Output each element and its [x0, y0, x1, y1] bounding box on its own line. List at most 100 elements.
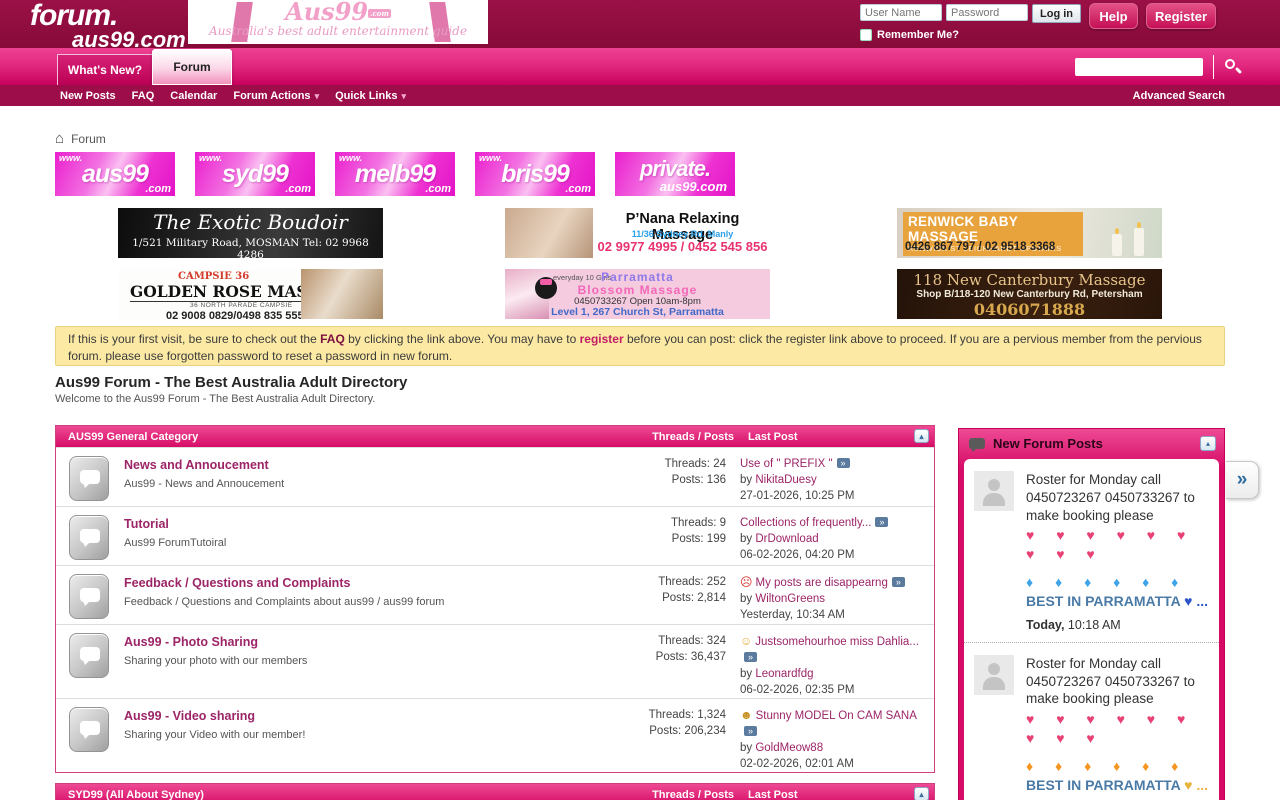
first-visit-notice: If this is your first visit, be sure to … [55, 326, 1225, 366]
sidebar-post[interactable]: Roster for Monday call 0450723267 045073… [964, 643, 1219, 800]
by-label: by [740, 668, 755, 680]
threads-count: Threads: 324 [601, 633, 726, 649]
last-post-date: 27-01-2026, 10:25 PM [740, 488, 928, 504]
last-post-author-link[interactable]: WiltonGreens [755, 593, 825, 605]
last-post-title-link[interactable]: My posts are disappearng [756, 577, 888, 589]
search-button[interactable] [1222, 56, 1244, 78]
notice-text: by clicking the link above. You may have… [345, 332, 580, 346]
home-icon[interactable]: ⌂ [55, 131, 64, 146]
last-post-date: 02-02-2026, 02:01 AM [740, 756, 928, 772]
last-post-author-link[interactable]: GoldMeow88 [755, 742, 823, 754]
header-banner[interactable]: Aus99.com Australia's best adult enterta… [188, 0, 488, 44]
candle-icon [1112, 234, 1122, 256]
remember-me-label: Remember Me? [877, 29, 959, 41]
collapse-category-button[interactable] [914, 429, 929, 443]
forum-title-link[interactable]: Aus99 - Video sharing [124, 709, 255, 723]
register-button[interactable]: Register [1146, 3, 1216, 29]
ad-exotic-boudoir[interactable]: The Exotic Boudoir 1/521 Military Road, … [118, 208, 383, 258]
sidebar-expand-chevrons-button[interactable] [1226, 461, 1259, 499]
nav-quick-links[interactable]: Quick Links [335, 90, 406, 102]
last-post-author-link[interactable]: NikitaDuesy [755, 474, 816, 486]
forum-title-link[interactable]: Aus99 - Photo Sharing [124, 635, 258, 649]
login-box: Log in Remember Me? [860, 4, 1081, 41]
category-syd99: SYD99 (All About Sydney) Threads / Posts… [55, 783, 935, 800]
goto-last-post-icon[interactable] [892, 577, 905, 587]
forum-row-news: News and Annoucement Aus99 - News and An… [56, 447, 934, 506]
column-header-threads-posts: Threads / Posts [652, 431, 734, 443]
faq-link[interactable]: FAQ [320, 332, 345, 346]
register-link[interactable]: register [580, 332, 624, 346]
heart-icon: ♥ ... [1184, 593, 1208, 609]
collapse-sidebar-button[interactable] [1200, 436, 1216, 451]
posts-count: Posts: 2,814 [601, 590, 726, 606]
category-title: SYD99 (All About Sydney) [68, 789, 204, 800]
sub-navigation-bar: New Posts FAQ Calendar Forum Actions Qui… [0, 85, 1280, 106]
ad-address: 11/36 Sydney Rd. Manly [595, 229, 770, 239]
banner-melb99[interactable]: www. melb99 .com [335, 152, 455, 196]
last-post-author-link[interactable]: Leonardfdg [755, 668, 813, 680]
post-date-time: 10:18 AM [1064, 618, 1120, 632]
last-post-title-link[interactable]: Justsomehourhoe miss Dahlia... [755, 636, 919, 648]
remember-me-checkbox[interactable] [860, 29, 872, 41]
last-post-title-link[interactable]: Collections of frequently... [740, 517, 871, 529]
page-title: Aus99 Forum - The Best Australia Adult D… [55, 374, 407, 391]
forum-title-link[interactable]: News and Annoucement [124, 458, 269, 472]
banner-aus99[interactable]: www. aus99 .com [55, 152, 175, 196]
advanced-search-link[interactable]: Advanced Search [1133, 85, 1225, 106]
password-input[interactable] [946, 4, 1028, 21]
last-post-title-link[interactable]: Use of " PREFIX " [740, 458, 833, 470]
forum-title-link[interactable]: Feedback / Questions and Complaints [124, 576, 350, 590]
posts-count: Posts: 136 [601, 472, 726, 488]
post-highlight: BEST IN PARRAMATTA [1026, 593, 1184, 609]
by-label: by [740, 533, 755, 545]
search-input[interactable] [1075, 58, 1203, 76]
forum-row-tutorial: Tutorial Aus99 ForumTutoiral Threads: 9 … [56, 506, 934, 565]
nav-forum-actions[interactable]: Forum Actions [233, 90, 319, 102]
ad-address: 1/521 Military Road, MOSMAN Tel: 02 9968… [118, 237, 383, 258]
by-label: by [740, 593, 755, 605]
nav-faq[interactable]: FAQ [132, 90, 155, 102]
username-input[interactable] [860, 4, 942, 21]
ad-canterbury-massage[interactable]: 118 New Canterbury Massage Shop B/118-12… [897, 269, 1162, 319]
breadcrumb-forum-link[interactable]: Forum [71, 132, 106, 146]
ad-blossom-massage[interactable]: everyday 10 Girls Parramatta Blossom Mas… [505, 269, 770, 319]
login-button[interactable]: Log in [1032, 4, 1081, 23]
help-button[interactable]: Help [1089, 3, 1138, 29]
collapse-category-button[interactable] [914, 787, 929, 800]
sidebar-post[interactable]: Roster for Monday call 0450723267 045073… [964, 459, 1219, 643]
goto-last-post-icon[interactable] [837, 458, 850, 468]
banner-syd99[interactable]: www. syd99 .com [195, 152, 315, 196]
ad-logo-icon [535, 277, 557, 299]
tab-whats-new[interactable]: What's New? [57, 54, 153, 85]
forum-title-link[interactable]: Tutorial [124, 517, 169, 531]
nav-calendar[interactable]: Calendar [170, 90, 217, 102]
last-post-author-link[interactable]: DrDownload [755, 533, 818, 545]
forum-row-video-sharing: Aus99 - Video sharing Sharing your Video… [56, 698, 934, 772]
sidebar-header: New Forum Posts [959, 429, 1224, 458]
banner-bris99[interactable]: www. bris99 .com [475, 152, 595, 196]
category-aus99-general: AUS99 General Category Threads / Posts L… [55, 425, 935, 773]
site-logo[interactable]: forum. aus99.com [30, 1, 186, 51]
ad-phone: 0406071888 [897, 300, 1162, 319]
post-text: Roster for Monday call 0450723267 045073… [1026, 472, 1195, 523]
forum-description: Sharing your Video with our member! [124, 729, 601, 741]
last-post-title-link[interactable]: Stunny MODEL On CAM SANA [756, 710, 917, 722]
ad-photo [301, 269, 383, 319]
banner-private-aus99[interactable]: private. aus99.com [615, 152, 735, 196]
ad-pnana-massage[interactable]: P’Nana Relaxing Massage 11/36 Sydney Rd.… [505, 208, 770, 258]
goto-last-post-icon[interactable] [875, 517, 888, 527]
posts-count: Posts: 206,234 [601, 723, 726, 739]
forum-icon [69, 707, 109, 752]
goto-last-post-icon[interactable] [744, 652, 757, 662]
banner-brand-text: Aus99 [285, 0, 368, 26]
forum-list: AUS99 General Category Threads / Posts L… [55, 425, 935, 800]
candle-icon [1134, 228, 1144, 256]
tab-forum[interactable]: Forum [152, 49, 232, 85]
goto-last-post-icon[interactable] [744, 726, 757, 736]
forum-icon [69, 574, 109, 619]
banner-tld: .com [565, 183, 591, 195]
ad-renwick-massage[interactable]: RENWICK BABY MASSAGE RENWICK ST LEICHHAR… [897, 208, 1162, 258]
nav-new-posts[interactable]: New Posts [60, 90, 116, 102]
ad-golden-rose-massage[interactable]: CAMPSIE 36 GOLDEN ROSE MASSAGE 36 NORTH … [118, 269, 383, 319]
new-forum-posts-widget: New Forum Posts Roster for Monday call 0… [958, 428, 1225, 800]
